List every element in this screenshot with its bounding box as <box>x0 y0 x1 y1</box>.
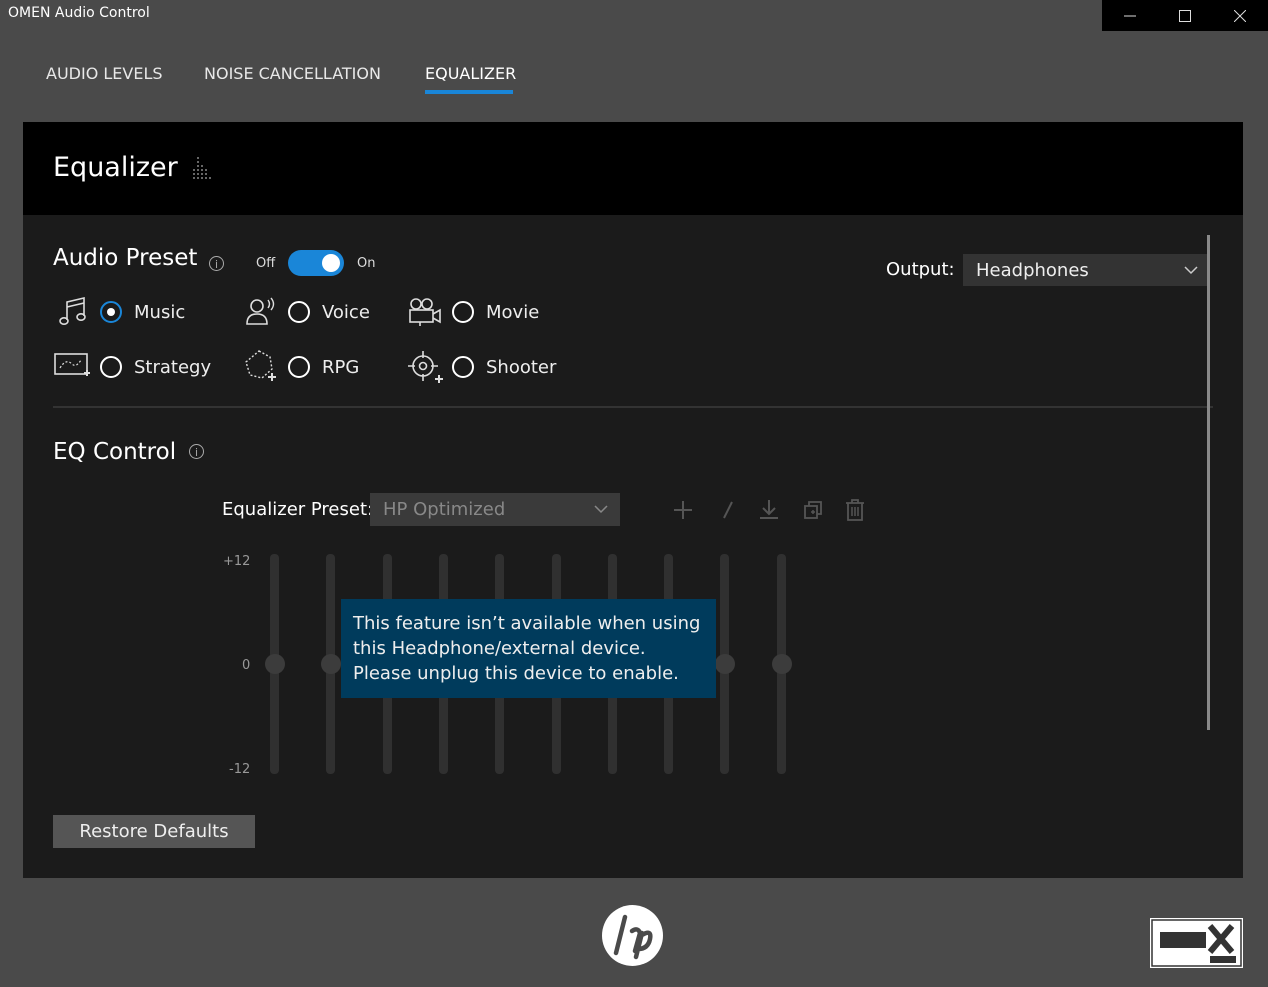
dts-x-ultra-logo <box>1150 918 1243 968</box>
active-tab-indicator <box>425 90 513 94</box>
strategy-map-icon <box>54 353 90 376</box>
tab-noise-cancellation[interactable]: NOISE CANCELLATION <box>204 64 381 83</box>
music-note-icon <box>59 296 86 325</box>
maximize-button[interactable] <box>1157 0 1212 31</box>
audio-preset-info-icon[interactable]: i <box>209 256 224 271</box>
audio-preset-heading: Audio Preset <box>53 245 198 271</box>
close-icon <box>1233 9 1246 22</box>
rpg-icon <box>245 350 276 381</box>
add-icon[interactable] <box>671 498 695 522</box>
toggle-off-label: Off <box>256 256 276 271</box>
edit-icon[interactable] <box>716 498 740 522</box>
eq-band-slider-thumb[interactable] <box>321 654 341 674</box>
hp-logo-icon <box>613 914 653 960</box>
preset-music-label[interactable]: Music <box>134 302 185 323</box>
delete-icon[interactable] <box>843 498 867 522</box>
eq-scale-top: +12 <box>223 554 251 569</box>
toggle-on-label: On <box>357 256 376 271</box>
hp-logo <box>602 905 663 966</box>
voice-person-icon <box>246 297 275 325</box>
preset-voice-label[interactable]: Voice <box>322 302 370 323</box>
title-bar <box>0 0 1268 31</box>
minimize-icon <box>1123 15 1136 16</box>
equalizer-panel <box>23 122 1243 878</box>
copy-icon[interactable] <box>801 498 825 522</box>
preset-music-radio[interactable] <box>100 301 122 323</box>
close-button[interactable] <box>1212 0 1267 31</box>
preset-rpg-label[interactable]: RPG <box>322 357 359 378</box>
audio-preset-toggle[interactable] <box>288 250 344 276</box>
tab-audio-levels[interactable]: AUDIO LEVELS <box>46 64 163 83</box>
eq-band-slider-thumb[interactable] <box>772 654 792 674</box>
eq-band-slider-thumb[interactable] <box>265 654 285 674</box>
eq-control-info-icon[interactable]: i <box>189 444 204 459</box>
equalizer-preset-label: Equalizer Preset: <box>222 499 374 520</box>
tab-equalizer[interactable]: EQUALIZER <box>425 64 516 83</box>
preset-movie-label[interactable]: Movie <box>486 302 539 323</box>
maximize-icon <box>1178 9 1191 22</box>
chevron-down-icon <box>1184 266 1198 275</box>
movie-camera-icon <box>409 298 441 326</box>
preset-rpg-radio[interactable] <box>288 356 310 378</box>
equalizer-preset-dropdown[interactable]: HP Optimized <box>370 493 620 526</box>
output-label: Output: <box>886 259 955 280</box>
preset-strategy-label[interactable]: Strategy <box>134 357 211 378</box>
download-icon[interactable] <box>757 498 781 522</box>
equalizer-bars-icon <box>193 157 211 179</box>
section-divider <box>53 406 1213 408</box>
restore-defaults-button[interactable]: Restore Defaults <box>53 815 255 848</box>
vertical-scrollbar[interactable] <box>1207 235 1210 730</box>
equalizer-preset-value: HP Optimized <box>383 499 506 520</box>
app-title: OMEN Audio Control <box>8 5 150 21</box>
eq-band-slider-thumb[interactable] <box>715 654 735 674</box>
eq-scale-mid: 0 <box>242 658 251 673</box>
output-dropdown-value: Headphones <box>976 259 1089 281</box>
preset-shooter-radio[interactable] <box>452 356 474 378</box>
page-title: Equalizer <box>53 152 178 183</box>
preset-voice-radio[interactable] <box>288 301 310 323</box>
eq-scale-bottom: -12 <box>229 762 251 777</box>
preset-movie-radio[interactable] <box>452 301 474 323</box>
toggle-knob <box>322 254 340 272</box>
dts-logo-icon <box>1151 919 1242 967</box>
preset-strategy-radio[interactable] <box>100 356 122 378</box>
eq-control-heading: EQ Control <box>53 439 177 465</box>
minimize-button[interactable] <box>1102 0 1157 31</box>
preset-shooter-label[interactable]: Shooter <box>486 357 556 378</box>
chevron-down-icon <box>594 505 608 514</box>
crosshair-icon <box>408 351 443 383</box>
feature-unavailable-tooltip: This feature isn’t available when using … <box>341 599 716 698</box>
output-dropdown[interactable]: Headphones <box>963 254 1210 286</box>
window-controls <box>1102 0 1268 31</box>
